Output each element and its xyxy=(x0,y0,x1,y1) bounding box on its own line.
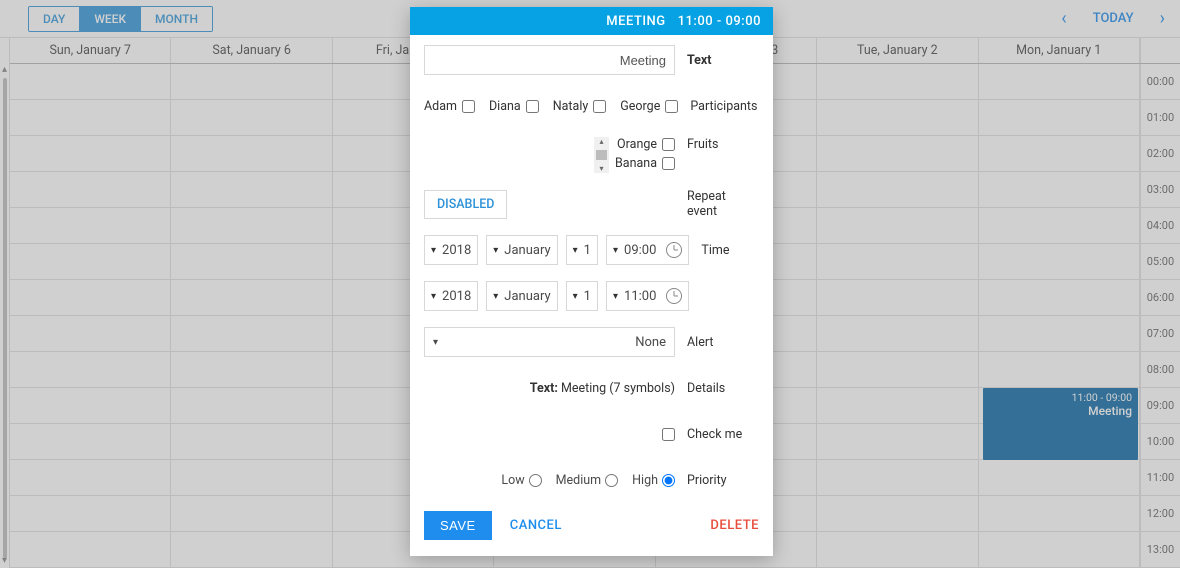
label-details: Details xyxy=(687,381,759,396)
scroll-up-icon[interactable]: ▴ xyxy=(599,137,603,146)
end-month-select[interactable]: ▾January xyxy=(486,281,557,311)
clock-icon xyxy=(666,288,682,304)
fruit-orange[interactable]: Orange xyxy=(617,137,675,152)
modal-footer: SAVE CANCEL DELETE xyxy=(410,511,773,556)
fruit-banana[interactable]: Banana xyxy=(615,156,675,171)
fruits-scrollbar[interactable]: ▴▾ xyxy=(594,137,609,173)
chevron-down-icon: ▾ xyxy=(493,291,498,302)
details-readout: Text: Meeting (7 symbols) xyxy=(424,381,675,396)
start-time-select[interactable]: ▾09:00 xyxy=(606,235,689,265)
start-year-select[interactable]: ▾2018 xyxy=(424,235,478,265)
scrollbar-thumb[interactable] xyxy=(596,150,607,160)
alert-value: None xyxy=(635,335,666,350)
modal-title: MEETING xyxy=(606,14,665,29)
participant-nataly[interactable]: Nataly xyxy=(553,99,607,114)
label-fruits: Fruits xyxy=(687,137,759,152)
participant-diana[interactable]: Diana xyxy=(489,99,539,114)
participant-george[interactable]: George xyxy=(620,99,678,114)
alert-select[interactable]: ▾ None xyxy=(424,327,675,357)
clock-icon xyxy=(666,242,682,258)
chevron-down-icon: ▾ xyxy=(431,245,436,256)
start-day-select[interactable]: ▾1 xyxy=(566,235,598,265)
cancel-button[interactable]: CANCEL xyxy=(510,518,562,533)
modal-header: MEETING 11:00 - 09:00 xyxy=(410,7,773,35)
end-year-select[interactable]: ▾2018 xyxy=(424,281,478,311)
scroll-down-icon[interactable]: ▾ xyxy=(599,164,603,173)
save-button[interactable]: SAVE xyxy=(424,511,492,540)
modal-time-range: 11:00 - 09:00 xyxy=(678,14,761,29)
label-time: Time xyxy=(701,243,759,258)
event-editor-modal: MEETING 11:00 - 09:00 Text Adam Diana Na… xyxy=(410,7,773,556)
event-text-input[interactable] xyxy=(424,45,675,75)
chevron-down-icon: ▾ xyxy=(573,291,578,302)
chevron-down-icon: ▾ xyxy=(613,245,618,256)
chevron-down-icon: ▾ xyxy=(493,245,498,256)
label-text: Text xyxy=(687,53,759,68)
priority-low[interactable]: Low xyxy=(501,473,541,488)
label-repeat: Repeat event xyxy=(687,189,759,219)
repeat-disabled-button[interactable]: DISABLED xyxy=(424,190,507,219)
label-alert: Alert xyxy=(687,335,759,350)
end-time-select[interactable]: ▾11:00 xyxy=(606,281,689,311)
check-me[interactable] xyxy=(662,428,675,441)
chevron-down-icon: ▾ xyxy=(433,337,438,348)
label-checkme: Check me xyxy=(687,427,759,442)
priority-high[interactable]: High xyxy=(632,473,675,488)
chevron-down-icon: ▾ xyxy=(613,291,618,302)
priority-medium[interactable]: Medium xyxy=(556,473,618,488)
end-day-select[interactable]: ▾1 xyxy=(566,281,598,311)
label-participants: Participants xyxy=(690,99,759,114)
chevron-down-icon: ▾ xyxy=(431,291,436,302)
start-month-select[interactable]: ▾January xyxy=(486,235,557,265)
chevron-down-icon: ▾ xyxy=(573,245,578,256)
delete-button[interactable]: DELETE xyxy=(710,518,759,533)
participant-adam[interactable]: Adam xyxy=(424,99,475,114)
label-priority: Priority xyxy=(687,473,759,488)
